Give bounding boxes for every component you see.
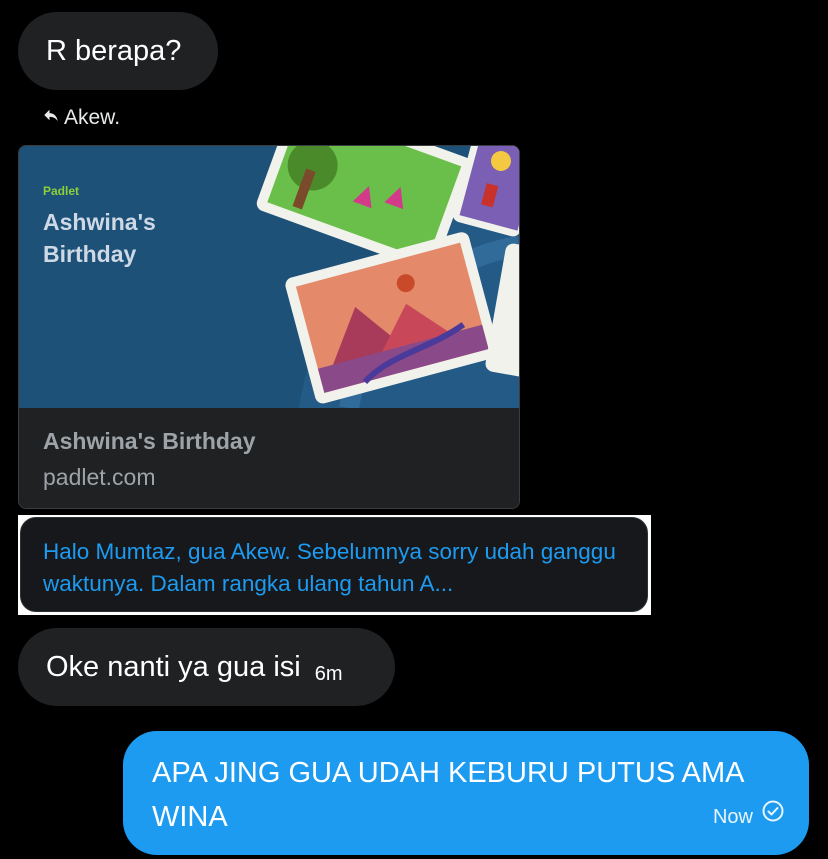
incoming-message[interactable]: R berapa?: [18, 12, 218, 90]
link-title[interactable]: Ashwina's Birthday: [43, 428, 256, 455]
check-circle-icon: [761, 795, 785, 839]
link-domain: padlet.com: [43, 464, 156, 490]
message-text: APA JING GUA UDAH KEBURU PUTUS AMA WINA: [152, 757, 743, 833]
reply-arrow-icon: [42, 106, 60, 130]
link-preview-card[interactable]: Padlet Ashwina's Birthday Ashwina's Birt…: [18, 145, 520, 509]
link-preview-image: Padlet Ashwina's Birthday: [19, 146, 519, 408]
message-text: Oke nanti ya gua isi: [46, 650, 301, 683]
incoming-message[interactable]: Oke nanti ya gua isi 6m: [18, 628, 395, 706]
quoted-text: Halo Mumtaz, gua Akew. Sebelumnya sorry …: [43, 539, 616, 596]
link-preview-footer: Ashwina's Birthday padlet.com: [19, 408, 519, 508]
outgoing-message[interactable]: APA JING GUA UDAH KEBURU PUTUS AMA WINA …: [123, 731, 809, 855]
quoted-message[interactable]: Halo Mumtaz, gua Akew. Sebelumnya sorry …: [20, 517, 648, 612]
message-time: 6m: [314, 662, 343, 685]
message-text: R berapa?: [46, 34, 182, 67]
image-title: Ashwina's Birthday: [43, 209, 156, 267]
reply-indicator[interactable]: Akew.: [42, 106, 120, 130]
message-status: Now: [713, 795, 785, 839]
quoted-message-frame: Halo Mumtaz, gua Akew. Sebelumnya sorry …: [18, 515, 651, 615]
reply-label: Akew.: [64, 106, 121, 129]
status-label: Now: [712, 806, 753, 828]
padlet-brand: Padlet: [43, 184, 80, 198]
